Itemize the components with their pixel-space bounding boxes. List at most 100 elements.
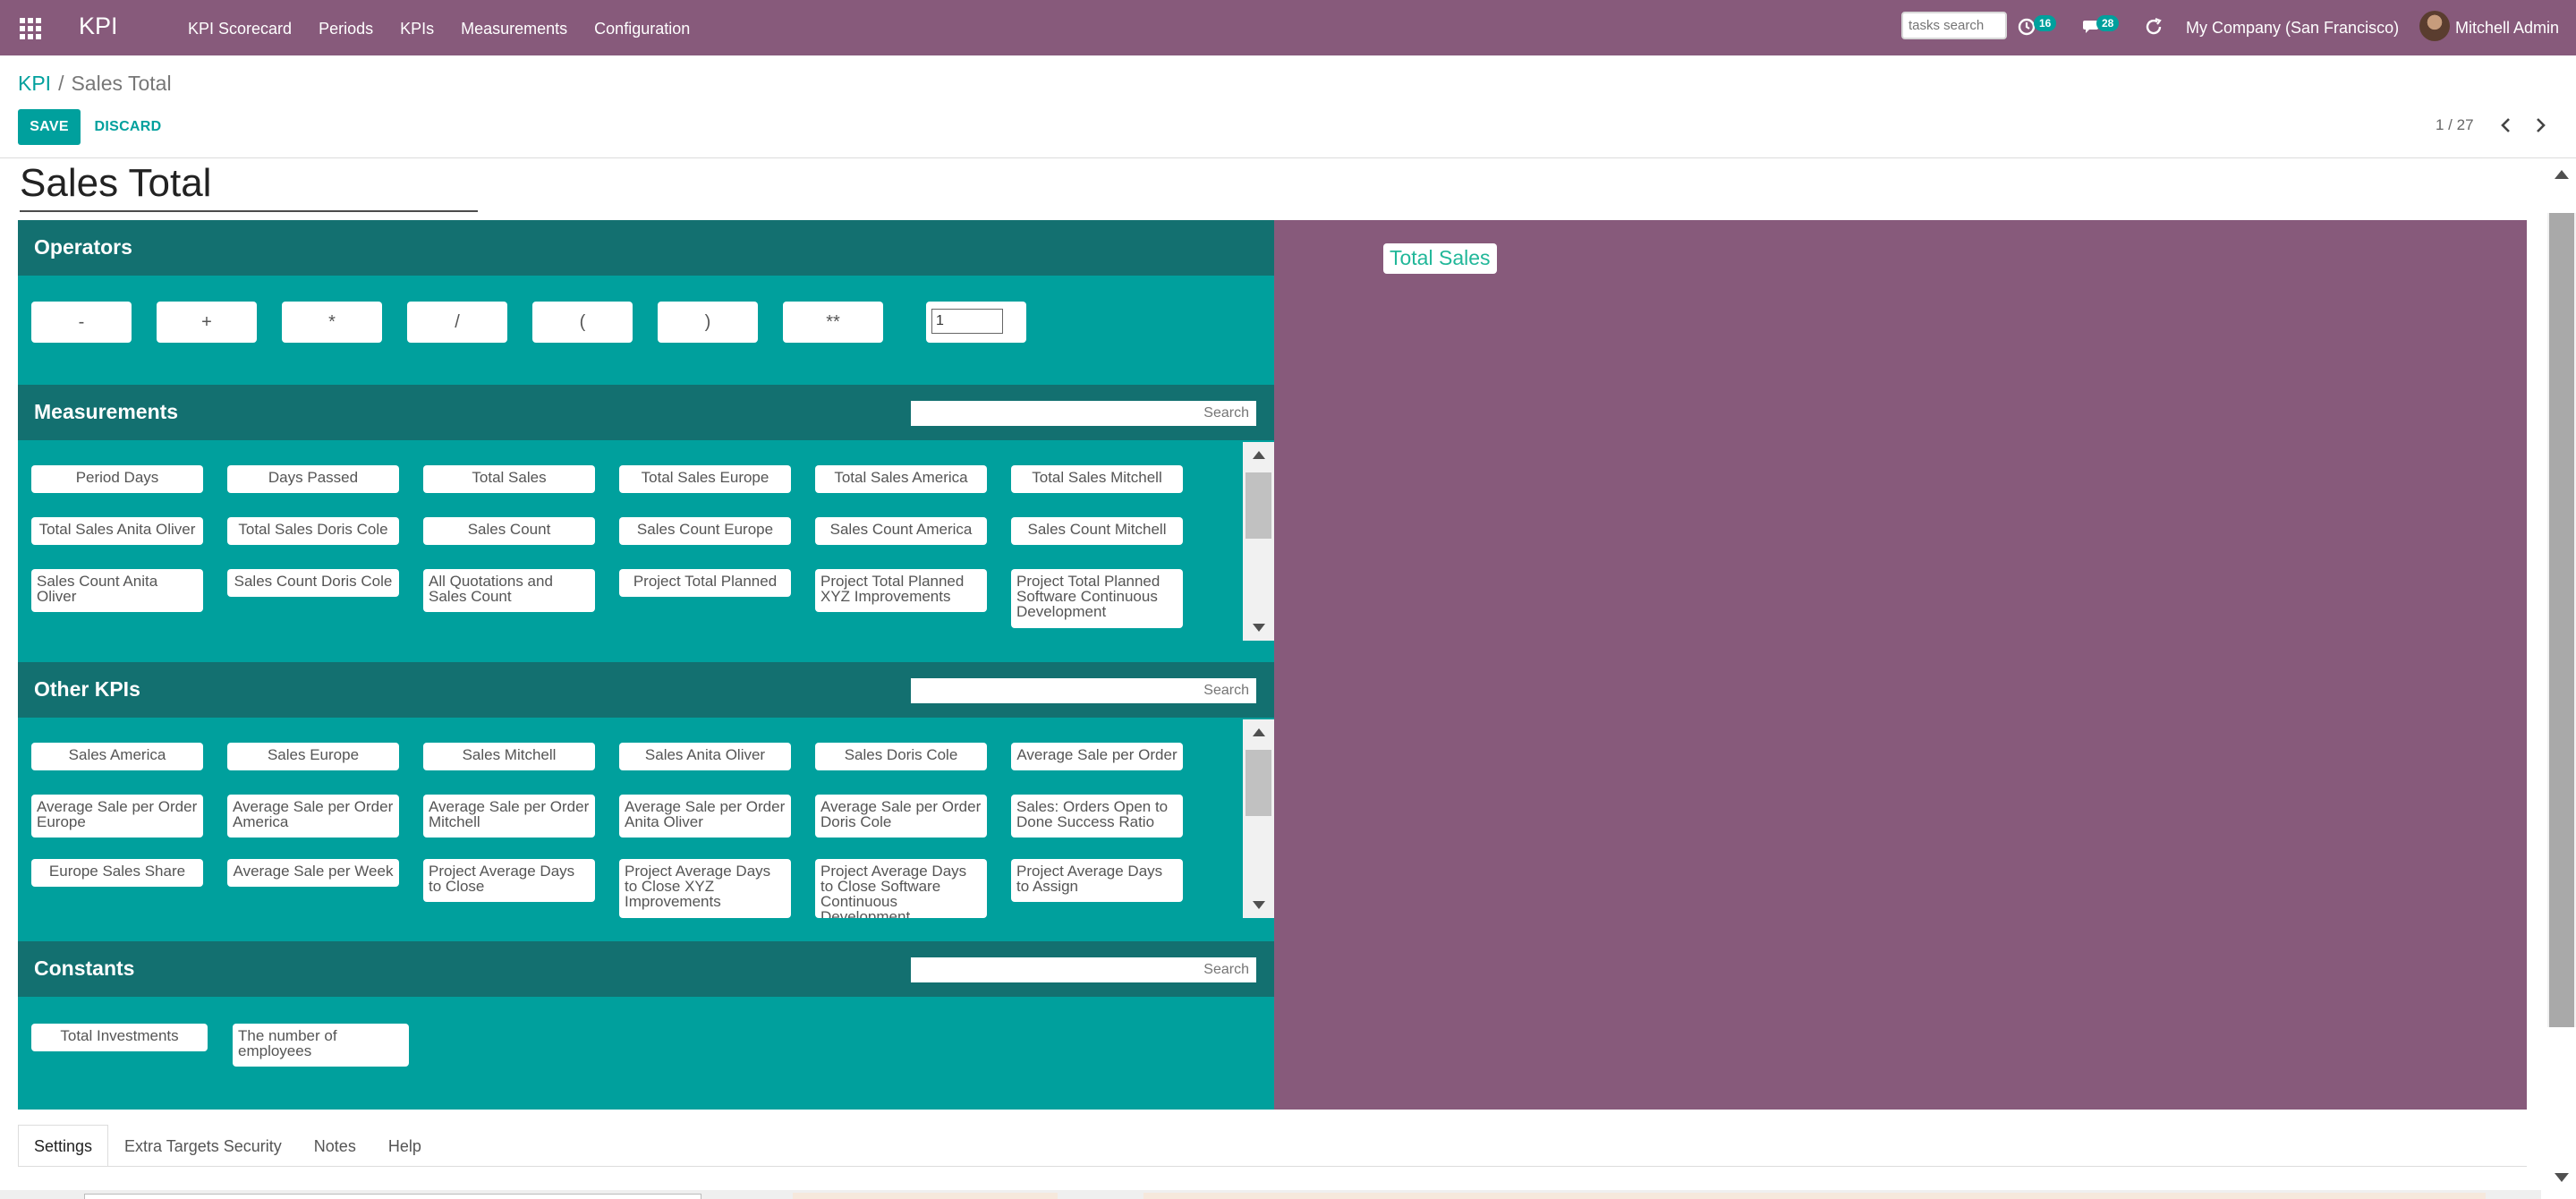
measurements-chip[interactable]: Total Sales America: [815, 465, 987, 493]
tab-extra-targets-security[interactable]: Extra Targets Security: [108, 1125, 298, 1167]
other-kpis-chip[interactable]: Project Average Days to Close: [423, 859, 595, 902]
partial-input-field: [84, 1194, 701, 1199]
measurements-chip[interactable]: Sales Count America: [815, 517, 987, 545]
scroll-thumb[interactable]: [1245, 750, 1271, 816]
pager-next-icon[interactable]: [2530, 115, 2550, 136]
other-kpis-scrollbar[interactable]: [1243, 719, 1274, 918]
other-kpis-chip[interactable]: Sales Doris Cole: [815, 743, 987, 770]
partial-highlight-field: [793, 1193, 1058, 1199]
other-kpis-chip[interactable]: Project Average Days to Close XYZ Improv…: [619, 859, 791, 918]
scroll-up-icon[interactable]: [1253, 451, 1265, 459]
other-kpis-header: Other KPIs: [18, 662, 1274, 718]
page-scrollbar[interactable]: [2547, 213, 2576, 1027]
other-kpis-chip[interactable]: Project Average Days to Close Software C…: [815, 859, 987, 918]
other-kpis-chip[interactable]: Project Average Days to Assign: [1011, 859, 1183, 902]
measurements-search-input[interactable]: [911, 401, 1256, 426]
operator-minus-button[interactable]: -: [31, 302, 132, 343]
tab-settings[interactable]: Settings: [18, 1125, 109, 1167]
formula-result-panel: [1274, 220, 2527, 1110]
other-kpis-chip[interactable]: Average Sale per Order Mitchell: [423, 795, 595, 838]
measurements-chip[interactable]: Sales Count Doris Cole: [227, 569, 399, 597]
other-kpis-title: Other KPIs: [34, 677, 140, 701]
app-brand[interactable]: KPI: [79, 13, 118, 40]
measurements-chip[interactable]: Sales Count Mitchell: [1011, 517, 1183, 545]
scroll-down-icon[interactable]: [1253, 624, 1265, 632]
breadcrumb-kpi-link[interactable]: KPI: [18, 72, 51, 95]
page-scroll-up-icon[interactable]: [2555, 170, 2569, 179]
apps-menu-icon[interactable]: [20, 18, 41, 39]
operators-header: Operators: [18, 220, 1274, 276]
user-menu[interactable]: Mitchell Admin: [2455, 19, 2559, 38]
constants-header: Constants: [18, 941, 1274, 997]
measurements-chip[interactable]: Sales Count Anita Oliver: [31, 569, 203, 612]
other-kpis-chip[interactable]: Europe Sales Share: [31, 859, 203, 887]
measurements-chip[interactable]: All Quotations and Sales Count: [423, 569, 595, 612]
operator-close-paren-button[interactable]: ): [658, 302, 758, 343]
page-scroll-thumb[interactable]: [2549, 213, 2574, 1027]
other-kpis-chip[interactable]: Average Sale per Order Anita Oliver: [619, 795, 791, 838]
operator-power-button[interactable]: **: [783, 302, 883, 343]
operators-title: Operators: [34, 235, 132, 259]
breadcrumb-separator: /: [58, 72, 64, 95]
main-menu: KPI Scorecard Periods KPIs Measurements …: [188, 20, 717, 38]
measurements-chip[interactable]: Sales Count: [423, 517, 595, 545]
constant-chip[interactable]: Total Investments: [31, 1024, 208, 1051]
menu-kpi-scorecard[interactable]: KPI Scorecard: [188, 20, 292, 38]
measurements-header: Measurements: [18, 385, 1274, 440]
save-button[interactable]: SAVE: [18, 109, 81, 145]
company-switcher[interactable]: My Company (San Francisco): [2186, 19, 2399, 38]
menu-configuration[interactable]: Configuration: [594, 20, 690, 38]
constants-search-input[interactable]: [911, 957, 1256, 982]
operator-open-paren-button[interactable]: (: [532, 302, 633, 343]
breadcrumb: KPI / Sales Total: [18, 72, 172, 96]
other-kpis-chip[interactable]: Sales Anita Oliver: [619, 743, 791, 770]
scroll-thumb[interactable]: [1245, 472, 1271, 539]
measurements-chip[interactable]: Project Total Planned: [619, 569, 791, 597]
tab-help[interactable]: Help: [371, 1125, 438, 1167]
other-kpis-chip[interactable]: Average Sale per Order Doris Cole: [815, 795, 987, 838]
other-kpis-chip[interactable]: Average Sale per Order America: [227, 795, 399, 838]
measurements-scrollbar[interactable]: [1243, 442, 1274, 641]
formula-token-chip[interactable]: Total Sales: [1383, 243, 1497, 274]
number-constant-input[interactable]: [931, 309, 1003, 334]
message-count-badge: 28: [2096, 15, 2120, 31]
other-kpis-chip[interactable]: Sales Europe: [227, 743, 399, 770]
other-kpis-chip[interactable]: Average Sale per Order Europe: [31, 795, 203, 838]
operator-plus-button[interactable]: +: [157, 302, 257, 343]
user-avatar[interactable]: [2419, 11, 2450, 41]
operator-multiply-button[interactable]: *: [282, 302, 382, 343]
other-kpis-chip[interactable]: Average Sale per Order: [1011, 743, 1183, 770]
page-scroll-down-icon[interactable]: [2555, 1173, 2569, 1182]
pager-value[interactable]: 1 / 27: [2436, 116, 2474, 134]
discard-button[interactable]: DISCARD: [88, 109, 168, 145]
other-kpis-chip[interactable]: Average Sale per Week: [227, 859, 399, 887]
measurements-chip[interactable]: Total Sales Europe: [619, 465, 791, 493]
menu-kpis[interactable]: KPIs: [400, 20, 434, 38]
pager-previous-icon[interactable]: [2496, 115, 2516, 136]
notebook-tabs: Settings Extra Targets Security Notes He…: [18, 1125, 438, 1167]
measurements-chip[interactable]: Sales Count Europe: [619, 517, 791, 545]
menu-measurements[interactable]: Measurements: [461, 20, 567, 38]
tabs-divider: [18, 1166, 2527, 1167]
measurements-chip[interactable]: Period Days: [31, 465, 203, 493]
operator-divide-button[interactable]: /: [407, 302, 507, 343]
measurements-chip[interactable]: Total Sales Doris Cole: [227, 517, 399, 545]
measurements-chip[interactable]: Total Sales: [423, 465, 595, 493]
measurements-chip[interactable]: Total Sales Mitchell: [1011, 465, 1183, 493]
other-kpis-chip[interactable]: Sales America: [31, 743, 203, 770]
menu-periods[interactable]: Periods: [319, 20, 373, 38]
other-kpis-search-input[interactable]: [911, 678, 1256, 703]
measurements-chip[interactable]: Project Total Planned Software Continuou…: [1011, 569, 1183, 628]
constant-chip[interactable]: The number of employees: [233, 1024, 409, 1067]
tab-notes[interactable]: Notes: [297, 1125, 372, 1167]
other-kpis-chip[interactable]: Sales: Orders Open to Done Success Ratio: [1011, 795, 1183, 838]
measurements-chip[interactable]: Days Passed: [227, 465, 399, 493]
tasks-search-input[interactable]: [1901, 12, 2007, 39]
other-kpis-chip[interactable]: Sales Mitchell: [423, 743, 595, 770]
scroll-up-icon[interactable]: [1253, 728, 1265, 736]
kpi-name-field[interactable]: Sales Total: [20, 158, 478, 212]
refresh-sync-icon[interactable]: [2143, 16, 2164, 38]
measurements-chip[interactable]: Project Total Planned XYZ Improvements: [815, 569, 987, 612]
measurements-chip[interactable]: Total Sales Anita Oliver: [31, 517, 203, 545]
scroll-down-icon[interactable]: [1253, 901, 1265, 909]
